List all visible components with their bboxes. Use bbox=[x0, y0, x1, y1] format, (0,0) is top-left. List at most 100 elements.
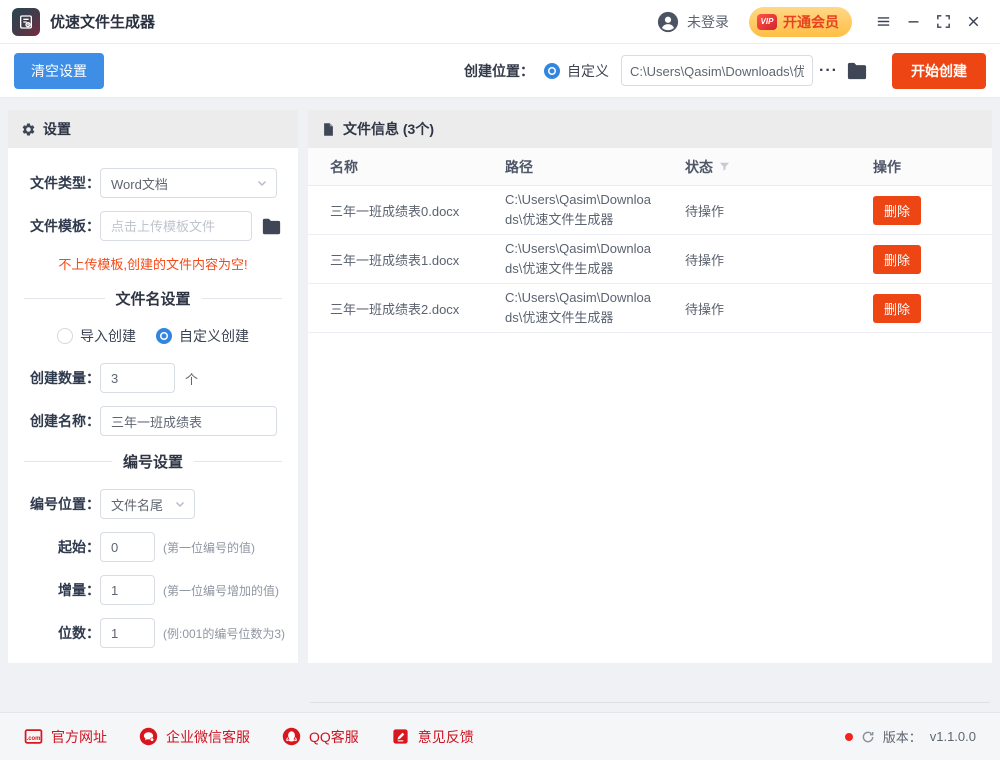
location-custom-label: 自定义 bbox=[567, 61, 609, 81]
import-create-radio[interactable]: 导入创建 bbox=[57, 326, 136, 346]
template-upload-input[interactable] bbox=[100, 211, 252, 241]
titlebar: 优速文件生成器 未登录 VIP 开通会员 bbox=[0, 0, 1000, 44]
number-position-select[interactable]: 文件名尾 bbox=[100, 489, 195, 519]
qq-icon bbox=[282, 727, 301, 746]
file-status: 待操作 bbox=[685, 201, 873, 220]
wechat-service-icon bbox=[139, 727, 158, 746]
template-label: 文件模板： bbox=[22, 216, 100, 236]
number-position-value: 文件名尾 bbox=[111, 495, 163, 514]
app-title: 优速文件生成器 bbox=[50, 11, 155, 32]
template-warning-text: 不上传模板,创建的文件内容为空! bbox=[14, 254, 292, 273]
radio-selected-icon bbox=[544, 63, 560, 79]
column-path: 路径 bbox=[505, 157, 685, 177]
more-options-button[interactable]: ··· bbox=[819, 62, 838, 80]
divider bbox=[202, 298, 283, 299]
file-type-row: 文件类型： Word文档 bbox=[22, 168, 284, 198]
location-custom-radio[interactable]: 自定义 bbox=[544, 61, 609, 81]
custom-create-label: 自定义创建 bbox=[179, 326, 249, 346]
create-count-input[interactable] bbox=[100, 363, 175, 393]
digits-hint: (例:001的编号位数为3) bbox=[163, 625, 285, 642]
official-website-link[interactable]: .com 官方网址 bbox=[24, 727, 107, 747]
digits-input[interactable] bbox=[100, 618, 155, 648]
increment-row: 增量： (第一位编号增加的值) bbox=[22, 575, 284, 605]
settings-form: 文件类型： Word文档 文件模板： 不上传模板,创建的文件内容为空! 文 bbox=[8, 148, 298, 648]
feedback-label: 意见反馈 bbox=[418, 727, 474, 747]
settings-panel: 设置 文件类型： Word文档 文件模板： 不上传模板,创建的文件内容为 bbox=[8, 110, 298, 663]
template-row: 文件模板： bbox=[22, 211, 284, 241]
create-name-label: 创建名称： bbox=[22, 411, 100, 431]
file-type-label: 文件类型： bbox=[22, 173, 100, 193]
radio-selected-icon bbox=[156, 328, 172, 344]
number-position-label: 编号位置： bbox=[22, 494, 100, 514]
increment-label: 增量： bbox=[22, 580, 100, 600]
version-label: 版本： bbox=[883, 727, 922, 746]
file-status: 待操作 bbox=[685, 299, 873, 318]
qq-service-link[interactable]: QQ客服 bbox=[282, 727, 359, 747]
column-action: 操作 bbox=[873, 157, 970, 177]
file-type-value: Word文档 bbox=[111, 174, 168, 193]
digits-row: 位数： (例:001的编号位数为3) bbox=[22, 618, 284, 648]
divider bbox=[194, 461, 282, 462]
column-status: 状态 bbox=[685, 157, 873, 177]
clear-settings-button[interactable]: 清空设置 bbox=[14, 53, 104, 89]
file-status: 待操作 bbox=[685, 250, 873, 269]
official-website-label: 官方网址 bbox=[51, 727, 107, 747]
number-position-row: 编号位置： 文件名尾 bbox=[22, 489, 284, 519]
browse-folder-button[interactable] bbox=[846, 61, 868, 81]
template-folder-button[interactable] bbox=[261, 217, 282, 236]
filename-section-label: 文件名设置 bbox=[116, 288, 191, 309]
filename-section-title: 文件名设置 bbox=[24, 288, 282, 309]
column-name: 名称 bbox=[330, 157, 505, 177]
main-area: 设置 文件类型： Word文档 文件模板： 不上传模板,创建的文件内容为 bbox=[0, 98, 1000, 712]
refresh-icon[interactable] bbox=[861, 730, 875, 744]
start-number-input[interactable] bbox=[100, 532, 155, 562]
user-account-button[interactable]: 未登录 bbox=[657, 11, 729, 33]
count-unit-suffix: 个 bbox=[185, 369, 198, 388]
file-path: C:\Users\Qasim\Downloads\优速文件生成器 bbox=[505, 284, 653, 332]
create-name-input[interactable] bbox=[100, 406, 277, 436]
create-count-label: 创建数量： bbox=[22, 368, 100, 388]
svg-text:.com: .com bbox=[27, 736, 41, 742]
minimize-button[interactable] bbox=[898, 7, 928, 37]
vip-label: 开通会员 bbox=[783, 12, 839, 32]
update-dot-icon bbox=[845, 733, 853, 741]
create-count-row: 创建数量： 个 bbox=[22, 363, 284, 393]
custom-create-radio[interactable]: 自定义创建 bbox=[156, 326, 249, 346]
delete-button[interactable]: 删除 bbox=[873, 196, 921, 225]
digits-label: 位数： bbox=[22, 623, 100, 643]
gear-icon bbox=[21, 122, 36, 137]
chevron-down-icon bbox=[174, 498, 186, 510]
filter-icon[interactable] bbox=[718, 160, 731, 173]
file-path: C:\Users\Qasim\Downloads\优速文件生成器 bbox=[505, 235, 653, 283]
close-button[interactable] bbox=[958, 7, 988, 37]
login-status: 未登录 bbox=[687, 12, 729, 32]
file-info-panel: 文件信息 (3个) 名称 路径 状态 操作 三年一班成绩表0.docx C:\U… bbox=[308, 110, 992, 663]
create-location-label: 创建位置： bbox=[464, 61, 534, 81]
delete-button[interactable]: 删除 bbox=[873, 294, 921, 323]
vip-upgrade-button[interactable]: VIP 开通会员 bbox=[749, 7, 852, 37]
wechat-service-link[interactable]: 企业微信客服 bbox=[139, 727, 250, 747]
maximize-button[interactable] bbox=[928, 7, 958, 37]
version-area: 版本： v1.1.0.0 bbox=[845, 727, 976, 746]
radio-unselected-icon bbox=[57, 328, 73, 344]
file-name: 三年一班成绩表0.docx bbox=[330, 201, 505, 220]
version-value: v1.1.0.0 bbox=[930, 729, 976, 744]
create-name-row: 创建名称： bbox=[22, 406, 284, 436]
increment-input[interactable] bbox=[100, 575, 155, 605]
file-info-title: 文件信息 (3个) bbox=[343, 119, 434, 139]
file-type-select[interactable]: Word文档 bbox=[100, 168, 277, 198]
delete-button[interactable]: 删除 bbox=[873, 245, 921, 274]
start-create-button[interactable]: 开始创建 bbox=[892, 53, 986, 89]
file-path: C:\Users\Qasim\Downloads\优速文件生成器 bbox=[505, 186, 653, 234]
start-number-row: 起始： (第一位编号的值) bbox=[22, 532, 284, 562]
vip-icon: VIP bbox=[757, 14, 777, 30]
output-path-input[interactable] bbox=[621, 55, 813, 86]
divider bbox=[24, 298, 105, 299]
menu-button[interactable] bbox=[868, 7, 898, 37]
divider bbox=[310, 702, 990, 703]
app-logo-icon bbox=[12, 8, 40, 36]
user-avatar-icon bbox=[657, 11, 679, 33]
start-number-hint: (第一位编号的值) bbox=[163, 539, 255, 556]
feedback-link[interactable]: 意见反馈 bbox=[391, 727, 474, 747]
file-info-panel-header: 文件信息 (3个) bbox=[308, 110, 992, 148]
